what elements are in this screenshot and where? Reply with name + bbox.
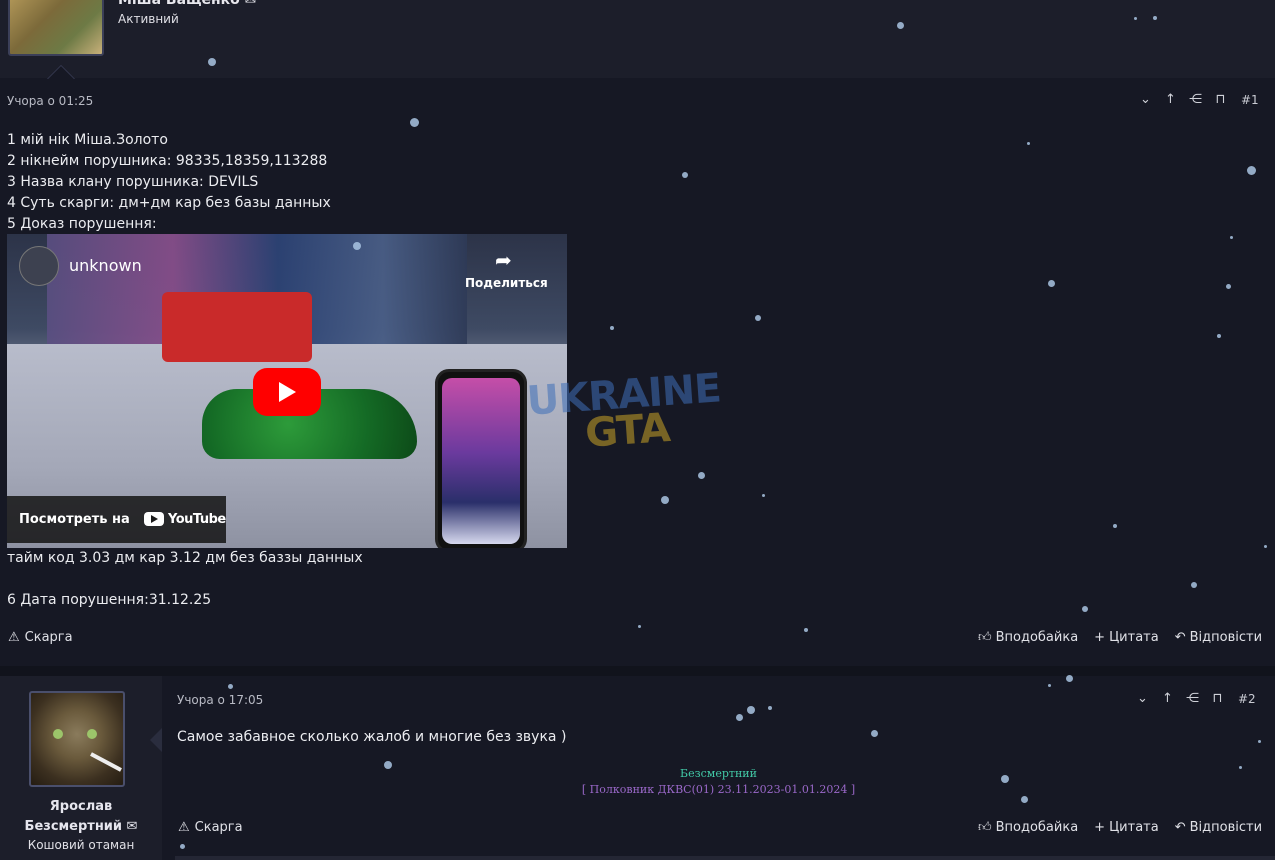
share-arrow-icon[interactable]: ➦ [495,248,512,272]
like-button[interactable]: 👍︎ Вподобайка [978,820,1078,835]
like-button[interactable]: 👍︎ Вподобайка [978,630,1078,645]
chevron-down-circle-icon[interactable]: ⌄ [1130,691,1155,706]
post-actions: 👍︎ Вподобайка + Цитата ↶ Відповісти [962,820,1262,835]
post-actions: 👍︎ Вподобайка + Цитата ↶ Відповісти [962,630,1262,645]
author-status: Активний [118,12,179,26]
post-line: 3 Назва клану порушника: DEVILS [7,174,259,190]
post-date[interactable]: Учора о 01:25 [7,94,93,108]
author-name-first[interactable]: Ярослав [0,797,162,817]
video-scene-truck [162,292,312,362]
youtube-wordmark: YouTube [168,512,226,527]
report-label: Скарга [194,820,243,835]
watch-label: Посмотреть на [19,512,130,527]
report-button[interactable]: ⚠ Скарга [178,820,243,835]
quote-button[interactable]: + Цитата [1094,630,1159,645]
post-text: Самое забавное сколько жалоб и многие бе… [177,729,567,745]
youtube-embed[interactable]: unknown ➦ Поделиться Посмотреть на YouTu… [7,234,567,548]
thumbs-up-icon: 👍︎ [978,820,992,835]
post-timecode-line: тайм код 3.03 дм кар 3.12 дм без баззы д… [7,550,363,566]
video-channel-title[interactable]: unknown [69,256,142,275]
post-line: 4 Суть скарги: дм+дм кар без базы данных [7,195,331,211]
message-pointer [150,728,162,752]
play-button[interactable] [253,368,321,416]
post-number[interactable]: #1 [1241,93,1259,107]
post-bottom-edge [175,856,1275,860]
arrow-up-icon[interactable]: ↑ [1155,691,1180,706]
reply-label: Відповісти [1189,820,1263,835]
watch-on-youtube-button[interactable]: Посмотреть на YouTube [7,496,226,543]
post-date[interactable]: Учора о 17:05 [177,693,263,707]
post-tools: ⌄ ↑ ⋲ ⊓ #1 [1133,92,1259,107]
quote-button[interactable]: + Цитата [1094,820,1159,835]
post-2: Учора о 17:05 ⌄ ↑ ⋲ ⊓ #2 Самое забавное … [162,676,1275,860]
channel-avatar[interactable] [19,246,59,286]
like-label: Вподобайка [995,820,1079,835]
youtube-logo-icon [144,512,164,526]
previous-author-strip: Міша Ващенко ✉ Активний [0,0,1275,79]
bookmark-icon[interactable]: ⊓ [1208,92,1233,107]
warning-icon: ⚠ [178,820,190,835]
author-name[interactable]: Міша Ващенко ✉ [118,0,256,8]
quote-label: Цитата [1109,820,1159,835]
plus-icon: + [1094,820,1106,835]
video-scene-phone [435,369,527,548]
signature-rank: [ Полковник ДКВС(01) 23.11.2023-01.01.20… [581,783,856,796]
signature-name: Безсмертний [680,767,757,780]
reply-button[interactable]: ↶ Відповісти [1175,630,1262,645]
post-line: 1 мій нік Міша.Золото [7,132,168,148]
author-name-last[interactable]: Безсмертний ✉ [0,817,162,837]
reply-label: Відповісти [1189,630,1263,645]
post-date-line: 6 Дата порушення:31.12.25 [7,592,212,608]
avatar[interactable] [29,691,125,787]
post-2-author-panel: Ярослав Безсмертний ✉ Кошовий отаман [0,676,162,860]
message-pointer [47,65,75,79]
share-icon[interactable]: ⋲ [1183,92,1208,107]
post-divider [0,666,1275,676]
reply-arrow-icon: ↶ [1174,820,1186,835]
chevron-down-circle-icon[interactable]: ⌄ [1133,92,1158,107]
warning-icon: ⚠ [8,630,20,645]
thumbs-up-icon: 👍︎ [978,630,992,645]
like-label: Вподобайка [995,630,1079,645]
report-label: Скарга [24,630,73,645]
reply-button[interactable]: ↶ Відповісти [1175,820,1262,835]
post-line: 2 нікнейм порушника: 98335,18359,113288 [7,153,328,169]
bookmark-icon[interactable]: ⊓ [1205,691,1230,706]
author-title: Кошовий отаман [27,838,135,852]
video-share-button[interactable]: Поделиться [465,276,548,290]
site-watermark-logo: UKRAINE GTA [525,365,724,460]
post-text: 1 мій нік Міша.Золото 2 нікнейм порушник… [7,130,331,235]
avatar[interactable] [8,0,104,56]
quote-label: Цитата [1109,630,1159,645]
report-button[interactable]: ⚠ Скарга [8,630,73,645]
post-number[interactable]: #2 [1238,692,1256,706]
reply-arrow-icon: ↶ [1174,630,1186,645]
post-tools: ⌄ ↑ ⋲ ⊓ #2 [1130,691,1256,706]
plus-icon: + [1094,630,1106,645]
share-icon[interactable]: ⋲ [1180,691,1205,706]
arrow-up-icon[interactable]: ↑ [1158,92,1183,107]
post-line: 5 Доказ порушення: [7,216,157,232]
